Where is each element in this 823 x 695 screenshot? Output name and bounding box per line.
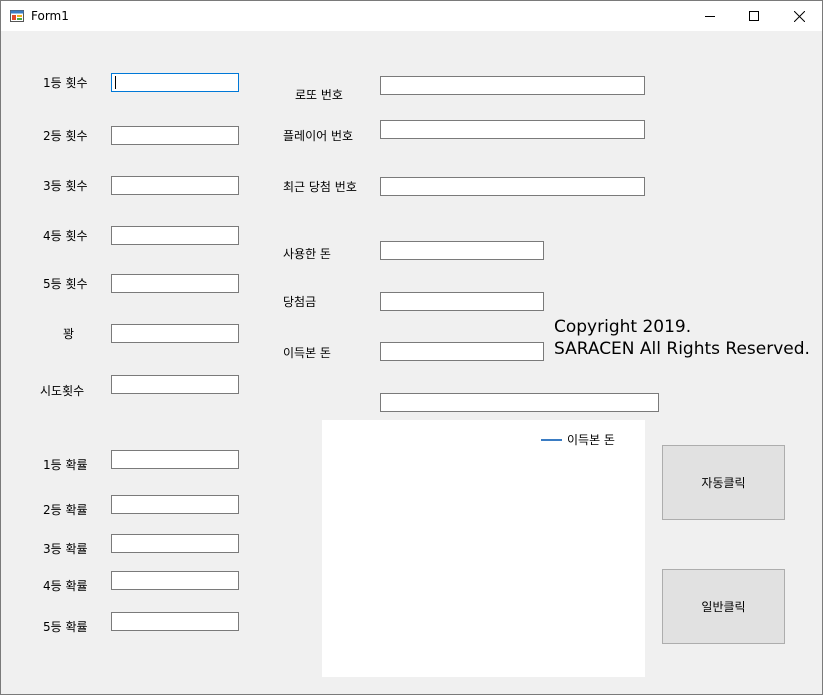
player-number-label: 플레이어 번호 xyxy=(283,129,354,143)
rank2-prob-input[interactable] xyxy=(111,495,239,514)
rank4-prob-input[interactable] xyxy=(111,571,239,590)
rank4-count-label: 4등 횟수 xyxy=(43,229,88,243)
try-count-label: 시도횟수 xyxy=(40,384,85,398)
window-title: Form1 xyxy=(31,9,69,23)
miss-count-input[interactable] xyxy=(111,324,239,343)
prize-money-label: 당첨금 xyxy=(283,295,317,309)
rank1-prob-label: 1등 확률 xyxy=(43,458,88,472)
rank2-count-input[interactable] xyxy=(111,126,239,145)
rank1-count-input[interactable] xyxy=(111,73,239,92)
rank3-count-input[interactable] xyxy=(111,176,239,195)
rank2-prob-label: 2등 확률 xyxy=(43,503,88,517)
rank3-prob-label: 3등 확률 xyxy=(43,542,88,556)
copyright-line-1: Copyright 2019. xyxy=(554,317,692,337)
minimize-button[interactable] xyxy=(688,1,732,31)
rank5-prob-input[interactable] xyxy=(111,612,239,631)
profit-label: 이득본 돈 xyxy=(283,346,331,360)
rank5-prob-label: 5등 확률 xyxy=(43,620,88,634)
minimize-icon xyxy=(705,16,715,17)
rank3-count-label: 3등 횟수 xyxy=(43,179,88,193)
lotto-number-label: 로또 번호 xyxy=(295,88,343,102)
legend-entry-profit: 이득본 돈 xyxy=(567,433,615,447)
form-app-icon xyxy=(10,10,24,22)
rank5-count-label: 5등 횟수 xyxy=(43,277,88,291)
rank4-count-input[interactable] xyxy=(111,226,239,245)
main-window: Form1 1등 횟수 2등 횟수 3등 횟수 4등 횟수 5등 횟수 꽝 시도… xyxy=(0,0,823,695)
player-number-input[interactable] xyxy=(380,120,645,139)
profit-input[interactable] xyxy=(380,342,544,361)
rank1-prob-input[interactable] xyxy=(111,450,239,469)
maximize-icon xyxy=(749,11,759,21)
copyright-line-2: SARACEN All Rights Reserved. xyxy=(554,339,810,359)
profit-chart: 이득본 돈 xyxy=(322,420,645,677)
copyright-text: Copyright 2019. SARACEN All Rights Reser… xyxy=(554,316,810,360)
money-used-input[interactable] xyxy=(380,241,544,260)
recent-winning-number-input[interactable] xyxy=(380,177,645,196)
title-bar[interactable]: Form1 xyxy=(1,1,822,31)
rank5-count-input[interactable] xyxy=(111,274,239,293)
chart-legend: 이득본 돈 xyxy=(541,431,615,448)
money-used-label: 사용한 돈 xyxy=(283,247,331,261)
lotto-number-input[interactable] xyxy=(380,76,645,95)
rank1-count-label: 1등 횟수 xyxy=(43,76,88,90)
maximize-button[interactable] xyxy=(732,1,776,31)
extra-input[interactable] xyxy=(380,393,659,412)
rank4-prob-label: 4등 확률 xyxy=(43,579,88,593)
prize-money-input[interactable] xyxy=(380,292,544,311)
try-count-input[interactable] xyxy=(111,375,239,394)
close-button[interactable] xyxy=(777,1,821,31)
normal-click-button[interactable]: 일반클릭 xyxy=(662,569,785,644)
auto-click-button[interactable]: 자동클릭 xyxy=(662,445,785,520)
rank3-prob-input[interactable] xyxy=(111,534,239,553)
legend-swatch-profit xyxy=(541,438,562,441)
recent-winning-number-label: 최근 당첨 번호 xyxy=(283,180,357,194)
miss-count-label: 꽝 xyxy=(63,327,75,341)
rank2-count-label: 2등 횟수 xyxy=(43,129,88,143)
close-icon xyxy=(793,10,805,22)
text-caret xyxy=(115,76,116,89)
